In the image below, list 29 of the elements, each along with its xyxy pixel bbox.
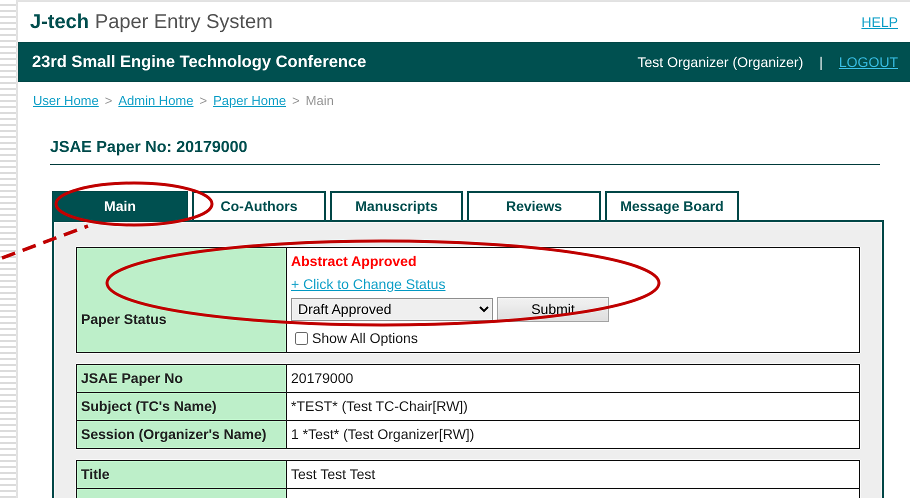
show-all-checkbox[interactable] xyxy=(295,332,308,344)
field-label: Session (Organizer's Name) xyxy=(76,420,286,448)
tab[interactable]: Message Board xyxy=(605,190,739,220)
field-value: 20179000 xyxy=(286,364,860,392)
field-label: Subject (TC's Name) xyxy=(76,392,286,420)
logout-link[interactable]: LOGOUT xyxy=(838,52,898,72)
tab[interactable]: Reviews xyxy=(467,190,601,220)
separator: | xyxy=(819,52,823,72)
paper-heading: JSAE Paper No: 20179000 xyxy=(50,136,880,164)
status-select[interactable]: Draft Approved xyxy=(291,298,493,320)
checkbox-label: Show All Options xyxy=(312,328,418,348)
field-value: *TEST* (Test TC-Chair[RW]) xyxy=(286,392,860,420)
field-label: Paper Status xyxy=(76,247,286,352)
logo-title: Paper Entry System xyxy=(94,10,273,35)
tab[interactable]: Manuscripts xyxy=(330,190,463,220)
tab[interactable]: Co-Authors xyxy=(192,190,326,220)
breadcrumb-current: Main xyxy=(306,92,334,110)
field-value: Test Test Test xyxy=(286,460,860,488)
field-label: Title xyxy=(76,460,286,488)
current-status: Abstract Approved xyxy=(291,252,417,271)
breadcrumb-separator: > xyxy=(199,92,208,110)
breadcrumb-separator: > xyxy=(104,92,112,110)
user-name: Test Organizer (Organizer) xyxy=(638,52,804,72)
field-value: 1 *Test* (Test Organizer[RW]) xyxy=(286,420,860,448)
conference-title: 23rd Small Engine Technology Conference xyxy=(32,52,366,73)
breadcrumb-separator: > xyxy=(292,92,300,110)
tab[interactable]: Main xyxy=(52,190,188,220)
field-label: JSAE Paper No xyxy=(76,364,286,392)
logo-brand: J-tech xyxy=(30,10,89,35)
